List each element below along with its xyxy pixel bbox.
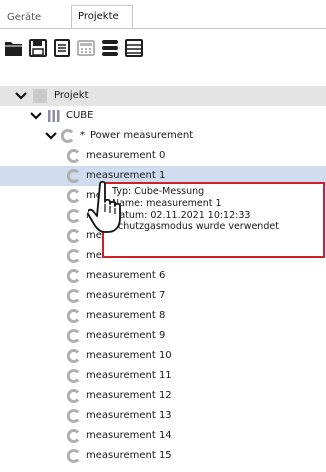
tree-item-measurement[interactable]: measurement 15 [0,446,326,466]
measurement-icon [67,409,80,423]
open-folder-icon[interactable] [4,38,24,58]
calculator-icon[interactable] [76,38,96,58]
project-icon [33,89,47,103]
measurement-icon [67,329,80,343]
tooltip: Typ: Cube-Messung Name: measurement 1 Da… [102,182,325,258]
measurement-icon [67,369,80,383]
measurement-icon [67,309,80,323]
tree-label: measurement 6 [86,270,166,281]
tree-item-measurement[interactable]: measurement 14 [0,426,326,446]
tab-projekte[interactable]: Projekte [71,5,133,29]
measurement-icon [67,429,80,443]
measurement-icon [67,229,80,243]
tree-label: measurement 12 [86,390,172,401]
device-icon [48,110,60,122]
tree-node-power-measurement[interactable]: * Power measurement [0,126,326,146]
tooltip-date: Datum: 02.11.2021 10:12:33 [112,209,251,221]
tree-node-cube[interactable]: CUBE [0,106,326,126]
tree-label: Projekt [54,90,89,101]
measurement-icon [67,349,80,363]
tree-item-measurement[interactable]: measurement 9 [0,326,326,346]
tree-label: measurement 10 [86,350,172,361]
tree-item-measurement[interactable]: measurement 10 [0,346,326,366]
chevron-down-icon[interactable] [30,110,42,122]
measurement-icon [67,289,80,303]
tooltip-type: Typ: Cube-Messung [112,186,205,197]
save-icon[interactable] [28,38,48,58]
measurement-icon [67,449,80,463]
tree-label: measurement 14 [86,430,172,441]
hand-cursor-icon [88,180,121,233]
tab-geraete[interactable]: Geräte [1,7,71,28]
chevron-down-icon[interactable] [15,90,27,102]
unsaved-marker: * [80,130,85,141]
tree-label: measurement 8 [86,310,166,321]
measurement-icon [67,269,80,283]
tree-item-measurement[interactable]: measurement 6 [0,266,326,286]
toolbar [2,38,322,60]
measurement-icon [67,169,80,183]
tree-label: measurement 7 [86,290,166,301]
measurement-icon [67,149,80,163]
tree-label: measurement 9 [86,330,166,341]
measurement-icon [67,389,80,403]
database-icon[interactable] [100,38,120,58]
tooltip-name: Name: measurement 1 [112,197,222,209]
tree-item-measurement[interactable]: measurement 11 [0,366,326,386]
measurement-group-icon [61,129,74,143]
chevron-down-icon[interactable] [45,130,57,142]
tree-label: measurement 11 [86,370,172,381]
tree-item-measurement[interactable]: measurement 12 [0,386,326,406]
tree-label: measurement 15 [86,450,172,461]
measurement-icon [67,209,80,223]
list-icon[interactable] [124,38,144,58]
measurement-icon [67,189,80,203]
tree-item-measurement[interactable]: measurement 8 [0,306,326,326]
tree-item-measurement[interactable]: measurement 0 [0,146,326,166]
tooltip-note: Schutzgasmodus wurde verwendet [112,221,279,233]
tree-label: Power measurement [90,130,194,141]
tree-item-measurement[interactable]: measurement 7 [0,286,326,306]
tab-bar: Geräte Projekte [0,5,326,29]
document-list-icon[interactable] [52,38,72,58]
tree-label: measurement 13 [86,410,172,421]
tree-label: CUBE [66,110,94,121]
measurement-icon [67,249,80,263]
tab-divider [0,28,326,29]
tree-label: measurement 0 [86,150,166,161]
tree-item-measurement[interactable]: measurement 13 [0,406,326,426]
tree-node-projekt[interactable]: Projekt [0,86,326,106]
